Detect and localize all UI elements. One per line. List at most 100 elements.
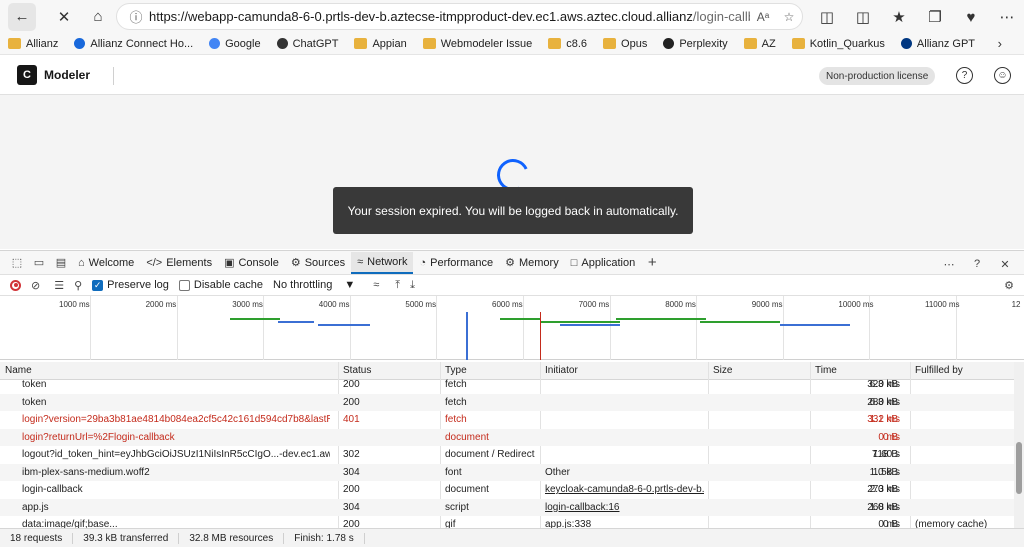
disable-cache-checkbox[interactable]: Disable cache: [178, 279, 263, 291]
cell-fulfilled: (memory cache): [915, 519, 988, 528]
tab-application[interactable]: □ Application: [565, 252, 641, 274]
add-tab-icon[interactable]: +: [641, 252, 663, 274]
browser-toolbar: ← ✕ ⌂ ⓘ https://webapp-camunda8-6-0.prtl…: [0, 0, 1024, 33]
bookmark-item[interactable]: Opus: [603, 38, 647, 50]
cell-initiator[interactable]: Other: [545, 467, 704, 478]
address-bar[interactable]: ⓘ https://webapp-camunda8-6-0.prtls-dev-…: [116, 3, 803, 30]
tab-welcome[interactable]: ⌂ Welcome: [72, 252, 140, 274]
bookmark-item[interactable]: Allianz Connect Ho...: [74, 38, 193, 50]
column-header-status[interactable]: Status: [343, 365, 371, 376]
bookmark-item[interactable]: Kotlin_Quarkus: [791, 38, 885, 50]
bookmark-item[interactable]: AZ: [743, 38, 776, 50]
cell-type: fetch: [445, 379, 467, 390]
cell-status: 200: [343, 379, 360, 390]
table-row[interactable]: logout?id_token_hint=eyJhbGciOiJSUzI1NiI…: [0, 446, 1014, 463]
app-title[interactable]: Modeler: [44, 68, 90, 82]
search-icon[interactable]: ⚲: [74, 279, 82, 292]
tab-elements[interactable]: </> Elements: [140, 252, 218, 274]
column-header-name[interactable]: Name: [5, 365, 32, 376]
bookmark-item[interactable]: c8.6: [548, 38, 587, 50]
clear-icon[interactable]: ⊘: [31, 279, 40, 292]
column-header-type[interactable]: Type: [445, 365, 467, 376]
bookmark-item[interactable]: Appian: [354, 38, 407, 50]
tab-memory[interactable]: ⚙ Memory: [499, 252, 565, 274]
home-icon[interactable]: ⌂: [84, 3, 112, 31]
table-row[interactable]: ibm-plex-sans-medium.woff2 304 font Other 1.…: [0, 463, 1014, 481]
favorites-icon[interactable]: ★: [884, 3, 914, 31]
tab-performance[interactable]: ◔ Performance: [413, 252, 499, 274]
throttling-select[interactable]: No throttling ▼: [273, 279, 355, 291]
table-row[interactable]: token 200 fetch 6.3 kB 320 ms: [0, 376, 1014, 393]
close-devtools-icon[interactable]: ✕: [994, 253, 1016, 275]
cell-name[interactable]: token: [22, 379, 330, 390]
network-conditions-icon[interactable]: ≈: [373, 279, 379, 291]
cell-name[interactable]: token: [22, 397, 330, 408]
table-row[interactable]: token 200 fetch 6.3 kB 280 ms: [0, 393, 1014, 411]
record-icon[interactable]: [10, 279, 21, 291]
favorite-star-icon[interactable]: ☆: [776, 10, 802, 24]
bookmark-item[interactable]: Allianz GPT: [900, 38, 975, 50]
google-icon: [209, 38, 221, 49]
table-row[interactable]: app.js 304 script login-callback:16 1.0 kB 26…: [0, 498, 1014, 516]
network-settings-icon[interactable]: ⚙: [1004, 279, 1014, 292]
checkbox-checked-icon[interactable]: ✓: [92, 279, 104, 291]
bookmark-item[interactable]: Allianz: [8, 38, 58, 50]
site-info-icon[interactable]: ⓘ: [123, 7, 149, 26]
user-profile-icon[interactable]: ☺: [994, 67, 1011, 84]
network-request-table: Name Status Type Initiator Size Time Fulfilled…: [0, 362, 1024, 528]
bookmark-item[interactable]: Webmodeler Issue: [422, 38, 532, 50]
import-har-icon[interactable]: ⤒: [395, 279, 400, 292]
table-scrollbar[interactable]: [1014, 362, 1024, 528]
cell-name[interactable]: app.js: [22, 502, 330, 513]
cell-initiator[interactable]: login-callback:16: [545, 502, 704, 513]
table-row[interactable]: login?version=29ba3b81ae4814b084ea2cf5c4…: [0, 411, 1014, 428]
cell-initiator[interactable]: keycloak-camunda8-6-0.prtls-dev-b.azt: [545, 484, 704, 495]
tab-console[interactable]: ▣ Console: [218, 252, 285, 274]
dock-panel-icon[interactable]: ▤: [50, 252, 72, 274]
bookmark-item[interactable]: Google: [209, 38, 261, 50]
more-menu-icon[interactable]: ⋯: [992, 3, 1022, 31]
read-aloud-icon[interactable]: Aᵃ: [750, 10, 776, 24]
bookmark-item[interactable]: ChatGPT: [276, 38, 338, 50]
cell-name[interactable]: ibm-plex-sans-medium.woff2: [22, 467, 330, 478]
export-har-icon[interactable]: ⤓: [410, 279, 415, 292]
device-emulation-icon[interactable]: ▭: [28, 252, 50, 274]
help-icon[interactable]: ?: [956, 67, 973, 84]
table-row[interactable]: login?returnUrl=%2Flogin-callback documen…: [0, 428, 1014, 446]
cell-name[interactable]: login?version=29ba3b81ae4814b084ea2cf5c4…: [22, 414, 330, 425]
tab-sources[interactable]: ⚙ Sources: [285, 252, 351, 274]
cell-initiator[interactable]: app.js:338: [545, 519, 704, 528]
collections-icon[interactable]: ❐: [920, 3, 950, 31]
scrollbar-thumb[interactable]: [1016, 442, 1022, 494]
cell-status: 200: [343, 519, 360, 528]
inspect-element-icon[interactable]: ⬚: [6, 252, 28, 274]
tab-network[interactable]: ≈ Network: [351, 251, 414, 274]
cell-time: 268 ms: [867, 501, 900, 513]
column-header-time[interactable]: Time: [815, 365, 837, 376]
checkbox-unchecked-icon[interactable]: [178, 279, 190, 291]
column-header-fulfilled-by[interactable]: Fulfilled by: [915, 365, 963, 376]
devtools-help-icon[interactable]: ?: [966, 253, 988, 275]
timeline-request-bar: [560, 324, 620, 326]
cell-name[interactable]: logout?id_token_hint=eyJhbGciOiJSUzI1NiI…: [22, 449, 330, 460]
bookmark-item[interactable]: Perplexity: [663, 38, 728, 50]
chevron-right-icon[interactable]: ›: [998, 36, 1002, 51]
url-text[interactable]: https://webapp-camunda8-6-0.prtls-dev-b.…: [149, 9, 750, 24]
network-overview-timeline[interactable]: 1000 ms 2000 ms 3000 ms 4000 ms 5000 ms 6000 …: [0, 296, 1024, 360]
extensions-icon[interactable]: ◫: [812, 3, 842, 31]
cell-name[interactable]: login-callback: [22, 484, 330, 495]
table-row[interactable]: data:image/gif;base... 200 gif app.js:338 0 …: [0, 516, 1014, 528]
close-icon[interactable]: ✕: [50, 3, 78, 31]
column-header-initiator[interactable]: Initiator: [545, 365, 578, 376]
preserve-log-checkbox[interactable]: ✓ Preserve log: [92, 279, 169, 291]
cell-type: fetch: [445, 396, 467, 408]
table-row[interactable]: login-callback 200 document keycloak-camund…: [0, 481, 1014, 498]
back-icon[interactable]: ←: [8, 2, 36, 31]
browser-essentials-icon[interactable]: ♥: [956, 3, 986, 31]
cell-name[interactable]: login?returnUrl=%2Flogin-callback: [22, 432, 330, 443]
more-options-icon[interactable]: ⋯: [938, 253, 960, 275]
split-screen-icon[interactable]: ◫: [848, 3, 878, 31]
filter-icon[interactable]: ☰: [54, 279, 64, 292]
cell-name[interactable]: data:image/gif;base...: [22, 519, 330, 528]
column-header-size[interactable]: Size: [713, 365, 732, 376]
